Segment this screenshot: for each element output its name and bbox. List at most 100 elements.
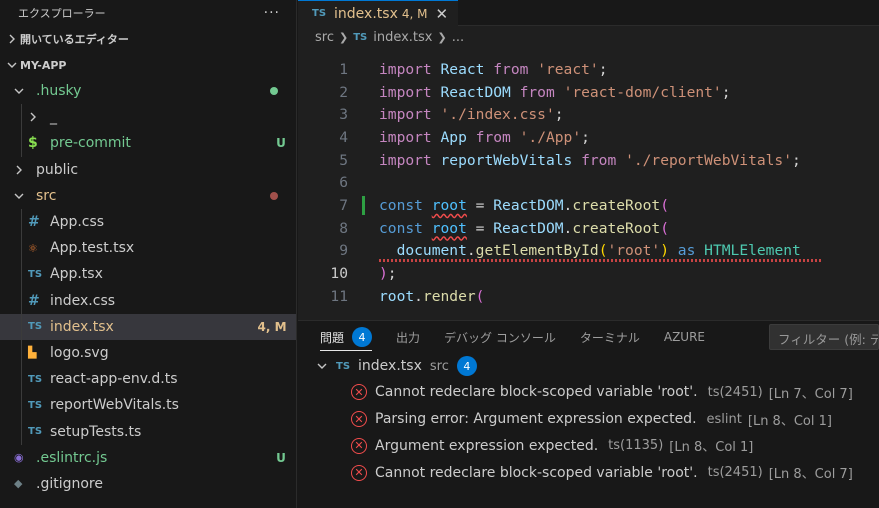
css-file-icon: # bbox=[28, 214, 40, 231]
tree-item[interactable]: TS setupTests.ts bbox=[0, 418, 296, 445]
problem-position: [Ln 8、Col 1] bbox=[669, 440, 754, 456]
tree-item[interactable]: $ pre-commit U bbox=[0, 130, 296, 157]
line-number: 3 bbox=[339, 106, 348, 124]
tree-item[interactable]: TS index.tsx 4, M bbox=[0, 313, 296, 340]
tree-item[interactable]: public bbox=[0, 157, 296, 183]
status-dot bbox=[270, 191, 278, 200]
problem-position: [Ln 7、Col 7] bbox=[768, 386, 853, 402]
tree-item[interactable]: TS react-app-env.d.ts bbox=[0, 366, 296, 393]
code-token: import bbox=[379, 106, 432, 124]
problem-source: ts(2451) bbox=[707, 384, 763, 400]
editor-area: TS index.tsx 4, M ✕ src ❯ TS index.tsx ❯… bbox=[298, 0, 879, 508]
code-line[interactable]: 11 root. render( bbox=[298, 285, 879, 308]
tree-item[interactable]: # index.css bbox=[0, 287, 296, 314]
code-token: root bbox=[379, 287, 415, 305]
indent-guide bbox=[21, 339, 22, 367]
problem-list: ✕ Cannot redeclare block-scoped variable … bbox=[298, 379, 879, 486]
close-icon[interactable]: ✕ bbox=[435, 5, 448, 23]
code-line[interactable]: 2 import ReactDOM from 'react-dom/client'… bbox=[298, 81, 879, 104]
tab-problems[interactable]: 問題 4 bbox=[320, 321, 373, 353]
code-token: = bbox=[466, 196, 494, 214]
chevron-right-icon bbox=[14, 165, 36, 175]
code-token: from bbox=[581, 151, 617, 169]
tree-item[interactable]: ⚛ App.test.tsx bbox=[0, 235, 296, 262]
code-token: './reportWebVitals' bbox=[625, 151, 792, 169]
tab-terminal[interactable]: ターミナル bbox=[580, 321, 640, 353]
project-section[interactable]: MY-APP bbox=[0, 52, 296, 78]
problem-file-group[interactable]: TS index.tsx src 4 bbox=[298, 353, 879, 379]
chevron-down-icon bbox=[14, 86, 36, 96]
indent-guide bbox=[21, 313, 22, 340]
tab-azure[interactable]: AZURE bbox=[664, 321, 705, 353]
code-token: HTMLElement bbox=[704, 242, 801, 260]
tree-item[interactable]: TS reportWebVitals.ts bbox=[0, 392, 296, 419]
code-token: ReactDOM bbox=[440, 83, 511, 101]
code-line[interactable]: 7 const root = ReactDOM. createRoot( bbox=[298, 194, 879, 217]
tree-item-label: .husky bbox=[36, 83, 82, 100]
open-editors-section[interactable]: 開いているエディター bbox=[0, 26, 296, 52]
more-actions-icon[interactable]: ··· bbox=[264, 5, 280, 21]
code-editor[interactable]: 1 import React from 'react'; 2 import React… bbox=[298, 58, 879, 314]
code-line[interactable]: 10); bbox=[298, 262, 879, 285]
breadcrumb-folder[interactable]: src bbox=[315, 30, 334, 45]
react-file-icon: ⚛ bbox=[28, 241, 38, 255]
tree-item[interactable]: TS App.tsx bbox=[0, 261, 296, 288]
code-line[interactable]: 5 import reportWebVitals from './reportWe… bbox=[298, 149, 879, 172]
code-line[interactable]: 4 import App from './App'; bbox=[298, 126, 879, 149]
indent-guide bbox=[21, 235, 22, 262]
gutter bbox=[348, 81, 379, 104]
indent-guide bbox=[21, 104, 22, 131]
code-line[interactable]: 3 import './index.css'; bbox=[298, 103, 879, 126]
tab-debug-console[interactable]: デバッグ コンソール bbox=[444, 321, 556, 353]
problem-item[interactable]: ✕ Argument expression expected. ts(1135) [L… bbox=[298, 433, 879, 460]
code-token: . bbox=[563, 196, 573, 214]
chevron-right-icon: ❯ bbox=[437, 30, 447, 44]
code-token: ; bbox=[387, 265, 397, 283]
tree-item[interactable]: .husky bbox=[0, 78, 296, 104]
code-token: ) bbox=[660, 242, 669, 260]
code-line[interactable]: 9 document. getElementById('root') as HTM… bbox=[298, 240, 879, 263]
tab-output[interactable]: 出力 bbox=[396, 321, 420, 353]
tree-item[interactable]: ◉ .eslintrc.js U bbox=[0, 445, 296, 471]
code-line[interactable]: 6 bbox=[298, 171, 879, 194]
code-token: ReactDOM bbox=[493, 196, 564, 214]
code-token: ; bbox=[792, 151, 801, 169]
indent-guide bbox=[21, 287, 22, 314]
gutter bbox=[348, 285, 379, 308]
problem-position: [Ln 8、Col 1] bbox=[747, 413, 832, 429]
problem-item[interactable]: ✕ Cannot redeclare block-scoped variable … bbox=[298, 379, 879, 406]
tree-item[interactable]: _ bbox=[0, 104, 296, 131]
chevron-right-icon bbox=[4, 34, 20, 44]
code-line[interactable]: 8 const root = ReactDOM. createRoot( bbox=[298, 217, 879, 240]
breadcrumb-file[interactable]: index.tsx bbox=[373, 30, 432, 45]
problem-item[interactable]: ✕ Parsing error: Argument expression expe… bbox=[298, 406, 879, 433]
code-token: ReactDOM bbox=[493, 219, 564, 237]
chevron-down-icon bbox=[314, 361, 330, 371]
problem-message: Parsing error: Argument expression expec… bbox=[375, 411, 697, 428]
error-icon: ✕ bbox=[351, 411, 367, 428]
tree-item[interactable]: ◆ .gitignore bbox=[0, 471, 296, 497]
tree-item[interactable]: # App.css bbox=[0, 208, 296, 236]
tree-item[interactable]: src bbox=[0, 183, 296, 209]
tree-item[interactable]: ▙ logo.svg bbox=[0, 339, 296, 367]
tree-item-label: index.tsx bbox=[50, 318, 114, 335]
line-number: 2 bbox=[339, 83, 348, 101]
filter-input[interactable]: フィルター (例: テキスト bbox=[769, 324, 879, 350]
tab-terminal-label: ターミナル bbox=[579, 330, 640, 345]
problem-file-name: index.tsx bbox=[358, 358, 422, 374]
code-token: ; bbox=[554, 106, 564, 124]
tab-index-tsx[interactable]: TS index.tsx 4, M ✕ bbox=[298, 0, 459, 26]
line-number: 4 bbox=[339, 128, 348, 146]
code-token: getElementById bbox=[475, 242, 599, 260]
code-token: . bbox=[466, 242, 476, 260]
breadcrumb-more[interactable]: ... bbox=[452, 30, 464, 45]
problem-item[interactable]: ✕ Cannot redeclare block-scoped variable … bbox=[298, 459, 879, 486]
code-line[interactable]: 1 import React from 'react'; bbox=[298, 58, 879, 81]
